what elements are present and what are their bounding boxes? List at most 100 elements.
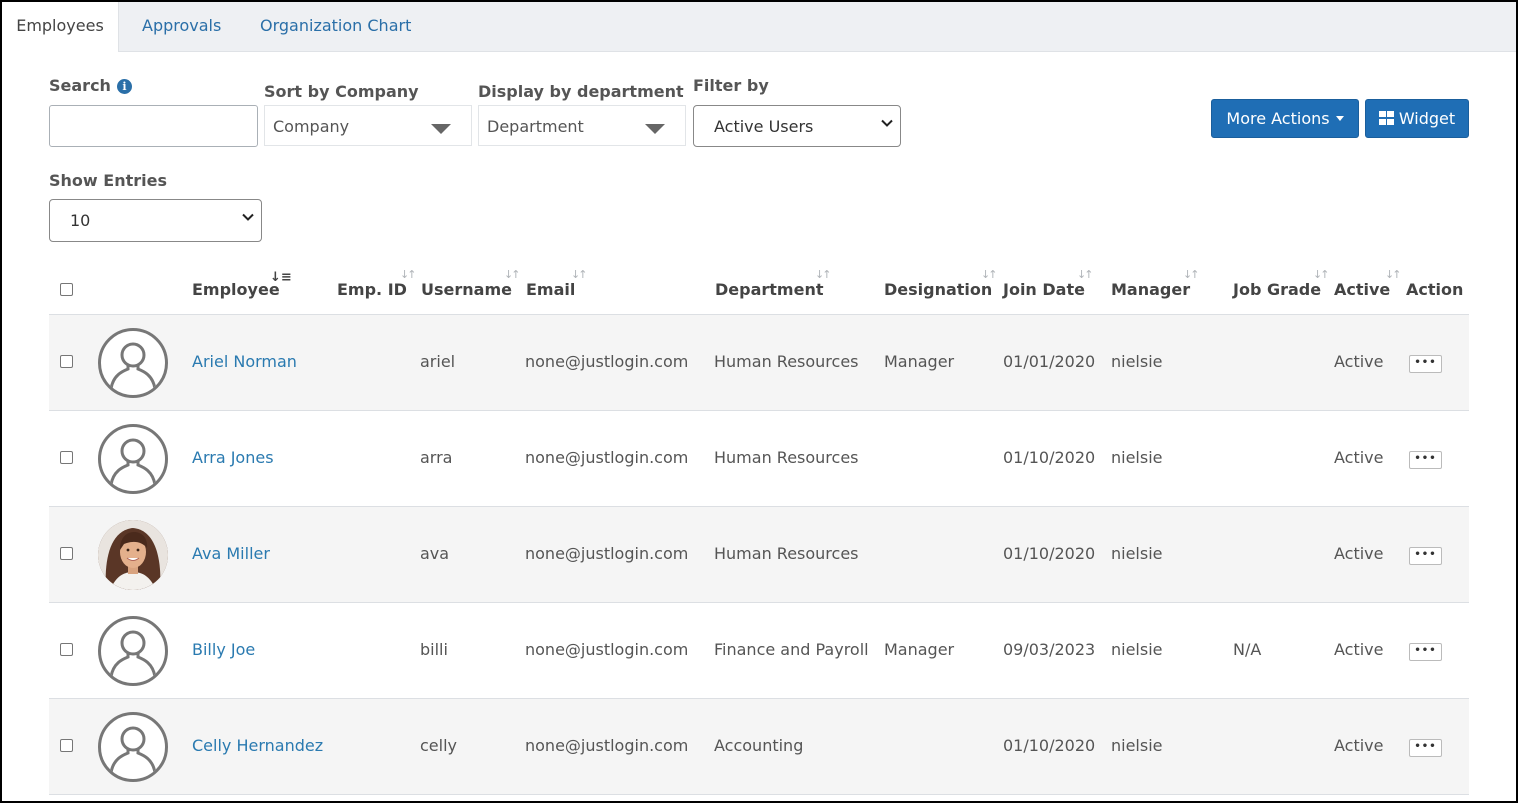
- department-cell: Human Resources: [714, 448, 859, 467]
- chevron-down-icon: [881, 119, 893, 127]
- sort-company-label: Sort by Company: [264, 82, 419, 101]
- ellipsis-icon[interactable]: •••: [1409, 451, 1442, 469]
- sort-arrows-icon[interactable]: ↓↑: [504, 268, 521, 281]
- row-checkbox[interactable]: [60, 451, 73, 464]
- username-cell: arra: [420, 448, 453, 467]
- column-header-join-date[interactable]: Join Date: [1003, 280, 1085, 299]
- employee-name-link[interactable]: Billy Joe: [192, 640, 255, 659]
- row-divider: [49, 794, 1469, 795]
- employee-name-link[interactable]: Arra Jones: [192, 448, 274, 467]
- avatar: [98, 520, 168, 590]
- department-select-value: Department: [487, 117, 584, 136]
- join-date-cell: 09/03/2023: [1003, 640, 1096, 659]
- row-checkbox[interactable]: [60, 739, 73, 752]
- manager-cell: nielsie: [1111, 544, 1163, 563]
- ellipsis-icon[interactable]: •••: [1409, 739, 1442, 757]
- email-cell: none@justlogin.com: [525, 640, 689, 659]
- tab-approvals[interactable]: Approvals: [142, 2, 221, 51]
- department-select[interactable]: Department: [478, 105, 686, 146]
- ellipsis-icon[interactable]: •••: [1409, 547, 1442, 565]
- table-row: Arra Jones arra none@justlogin.com Human…: [49, 411, 1469, 506]
- chevron-down-icon: [242, 213, 254, 221]
- active-status-cell: Active: [1334, 352, 1384, 371]
- sort-arrows-icon[interactable]: ↓↑: [1183, 268, 1200, 281]
- entries-select[interactable]: 10: [49, 199, 262, 242]
- sort-arrows-icon[interactable]: ↓↑: [400, 268, 417, 281]
- grid-icon: [1378, 111, 1394, 125]
- sort-arrows-icon[interactable]: ↓↑: [1313, 268, 1330, 281]
- sort-ascending-icon[interactable]: ↓≡: [270, 270, 292, 285]
- manager-cell: nielsie: [1111, 640, 1163, 659]
- caret-down-icon: [1335, 116, 1344, 121]
- tab-organization-chart[interactable]: Organization Chart: [260, 2, 411, 51]
- row-checkbox[interactable]: [60, 355, 73, 368]
- more-actions-label: More Actions: [1226, 109, 1330, 128]
- table-row: Billy Joe billi none@justlogin.com Finan…: [49, 603, 1469, 698]
- more-actions-button[interactable]: More Actions: [1211, 99, 1359, 138]
- avatar: [98, 712, 168, 782]
- entries-select-value: 10: [70, 211, 91, 230]
- row-checkbox[interactable]: [60, 547, 73, 560]
- sort-arrows-icon[interactable]: ↓↑: [981, 268, 998, 281]
- column-header-designation[interactable]: Designation: [884, 280, 992, 299]
- table-row: Ariel Norman ariel none@justlogin.com Hu…: [49, 315, 1469, 410]
- column-header-job-grade[interactable]: Job Grade: [1233, 280, 1321, 299]
- username-cell: ariel: [420, 352, 456, 371]
- designation-cell: Manager: [884, 352, 955, 371]
- widget-button[interactable]: Widget: [1365, 99, 1469, 138]
- manager-cell: nielsie: [1111, 736, 1163, 755]
- user-silhouette-icon: [109, 342, 157, 390]
- column-header-department[interactable]: Department: [715, 280, 823, 299]
- ellipsis-icon[interactable]: •••: [1409, 355, 1442, 373]
- username-cell: ava: [420, 544, 450, 563]
- manager-cell: nielsie: [1111, 448, 1163, 467]
- column-header-username[interactable]: Username: [421, 280, 512, 299]
- sort-arrows-icon[interactable]: ↓↑: [1077, 268, 1094, 281]
- table-row: Celly Hernandez celly none@justlogin.com…: [49, 699, 1469, 794]
- username-cell: billi: [420, 640, 448, 659]
- user-silhouette-icon: [109, 726, 157, 774]
- join-date-cell: 01/10/2020: [1003, 736, 1096, 755]
- company-select-value: Company: [273, 117, 350, 136]
- filter-select[interactable]: Active Users: [693, 105, 901, 147]
- filter-select-value: Active Users: [714, 117, 814, 136]
- row-checkbox[interactable]: [60, 643, 73, 656]
- info-icon[interactable]: i: [116, 79, 132, 94]
- department-cell: Human Resources: [714, 544, 859, 563]
- user-silhouette-icon: [109, 630, 157, 678]
- app-frame: Employees Approvals Organization Chart S…: [0, 0, 1518, 803]
- tab-employees[interactable]: Employees: [2, 2, 119, 52]
- employee-name-link[interactable]: Ava Miller: [192, 544, 270, 563]
- dropdown-triangle-icon: [431, 124, 451, 134]
- tab-bar: Employees Approvals Organization Chart: [2, 2, 1516, 52]
- table-row: Ava Miller ava none@justlogin.com Human …: [49, 507, 1469, 602]
- column-header-active[interactable]: Active: [1334, 280, 1390, 299]
- column-header-emp-id[interactable]: Emp. ID: [337, 280, 407, 299]
- designation-cell: Manager: [884, 640, 955, 659]
- manager-cell: nielsie: [1111, 352, 1163, 371]
- employee-name-link[interactable]: Ariel Norman: [192, 352, 297, 371]
- column-header-employee[interactable]: Employee: [192, 280, 280, 299]
- sort-arrows-icon[interactable]: ↓↑: [571, 268, 588, 281]
- active-status-cell: Active: [1334, 736, 1384, 755]
- search-input[interactable]: [49, 105, 258, 147]
- department-cell: Accounting: [714, 736, 804, 755]
- ellipsis-icon[interactable]: •••: [1409, 643, 1442, 661]
- join-date-cell: 01/10/2020: [1003, 448, 1096, 467]
- employee-name-link[interactable]: Celly Hernandez: [192, 736, 323, 755]
- company-select[interactable]: Company: [264, 105, 472, 146]
- column-header-email[interactable]: Email: [526, 280, 575, 299]
- select-all-checkbox[interactable]: [60, 283, 73, 296]
- sort-arrows-icon[interactable]: ↓↑: [1385, 268, 1402, 281]
- active-status-cell: Active: [1334, 448, 1384, 467]
- column-header-action: Action: [1406, 280, 1464, 299]
- active-status-cell: Active: [1334, 640, 1384, 659]
- column-header-manager[interactable]: Manager: [1111, 280, 1190, 299]
- department-label: Display by department: [478, 82, 684, 101]
- email-cell: none@justlogin.com: [525, 736, 689, 755]
- email-cell: none@justlogin.com: [525, 448, 689, 467]
- sort-arrows-icon[interactable]: ↓↑: [815, 268, 832, 281]
- avatar: [98, 616, 168, 686]
- join-date-cell: 01/01/2020: [1003, 352, 1096, 371]
- join-date-cell: 01/10/2020: [1003, 544, 1096, 563]
